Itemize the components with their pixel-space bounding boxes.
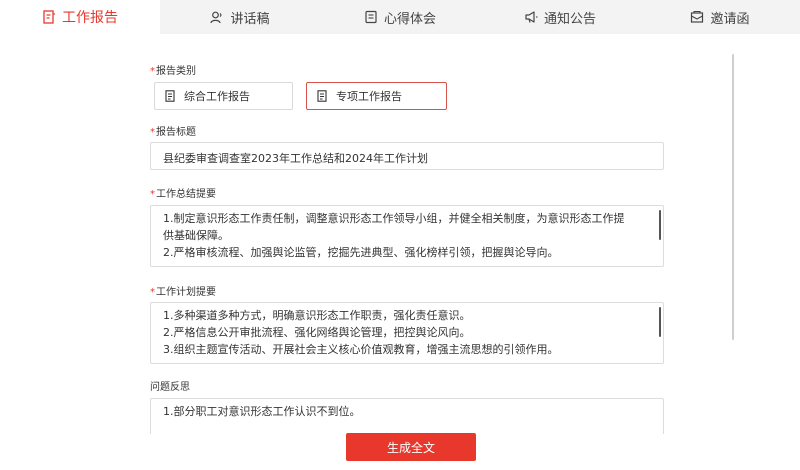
- summary-line: 供基础保障。: [163, 229, 229, 242]
- issue-reflection-textarea[interactable]: 1.部分职工对意识形态工作认识不到位。: [150, 398, 664, 434]
- document-icon: [317, 90, 327, 102]
- tab-label: 讲话稿: [230, 11, 270, 27]
- work-summary-label: *工作总结提要: [150, 189, 216, 200]
- issue-reflection-label: 问题反思: [150, 382, 190, 393]
- work-plan-label: *工作计划提要: [150, 287, 216, 298]
- generate-full-text-button[interactable]: 生成全文: [346, 433, 476, 461]
- tab-reflection[interactable]: 心得体会: [320, 0, 480, 34]
- speaker-icon: [210, 11, 223, 24]
- tab-label: 工作报告: [62, 10, 118, 26]
- invitation-icon: [691, 10, 704, 23]
- page-scrollbar[interactable]: [732, 54, 734, 340]
- tab-bar: 工作报告 讲话稿 心得体会 通知公告 邀请函: [0, 0, 800, 34]
- work-plan-textarea[interactable]: 1.多种渠道多种方式，明确意识形态工作职责，强化责任意识。 2.严格信息公开审批…: [150, 302, 664, 364]
- summary-line: 1.制定意识形态工作责任制，调整意识形态工作领导小组，并健全相关制度，为意识形态…: [163, 212, 625, 225]
- document-icon: [165, 90, 175, 102]
- tab-invitation[interactable]: 邀请函: [640, 0, 800, 34]
- textarea-scrollbar[interactable]: [659, 210, 661, 240]
- report-type-label: *报告类别: [150, 66, 196, 77]
- tab-notice[interactable]: 通知公告: [480, 0, 640, 34]
- plan-line: 1.多种渠道多种方式，明确意识形态工作职责，强化责任意识。: [163, 309, 471, 322]
- plan-line: 3.组织主题宣传活动、开展社会主义核心价值观教育，增强主流思想的引领作用。: [163, 343, 559, 356]
- tab-label: 邀请函: [710, 11, 750, 27]
- report-title-input[interactable]: 县纪委审查调查室2023年工作总结和2024年工作计划: [150, 142, 664, 170]
- work-summary-textarea[interactable]: 1.制定意识形态工作责任制，调整意识形态工作领导小组，并健全相关制度，为意识形态…: [150, 205, 664, 267]
- tab-speech[interactable]: 讲话稿: [160, 0, 320, 34]
- option-special-report[interactable]: 专项工作报告: [306, 82, 447, 110]
- note-icon: [365, 10, 377, 24]
- issue-line: 1.部分职工对意识形态工作认识不到位。: [163, 405, 361, 418]
- summary-line: 2.严格审核流程、加强舆论监管，挖掘先进典型、强化榜样引领，把握舆论导向。: [163, 246, 559, 259]
- textarea-scrollbar[interactable]: [659, 307, 661, 337]
- tab-work-report[interactable]: 工作报告: [0, 0, 160, 34]
- report-icon: [43, 10, 55, 24]
- tab-label: 通知公告: [543, 11, 596, 27]
- report-form: *报告类别 综合工作报告 专项工作报告 *报告标题 县纪委审查调查室2023年工…: [150, 34, 670, 434]
- app-window: 工作报告 讲话稿 心得体会 通知公告 邀请函 *报告类别 综合工作报告 专项工作…: [0, 0, 800, 470]
- option-comprehensive-report[interactable]: 综合工作报告: [154, 82, 293, 110]
- tab-label: 心得体会: [383, 11, 436, 27]
- report-title-label: *报告标题: [150, 127, 196, 138]
- megaphone-icon: [525, 11, 538, 23]
- plan-line: 2.严格信息公开审批流程、强化网络舆论管理，把控舆论风向。: [163, 326, 471, 339]
